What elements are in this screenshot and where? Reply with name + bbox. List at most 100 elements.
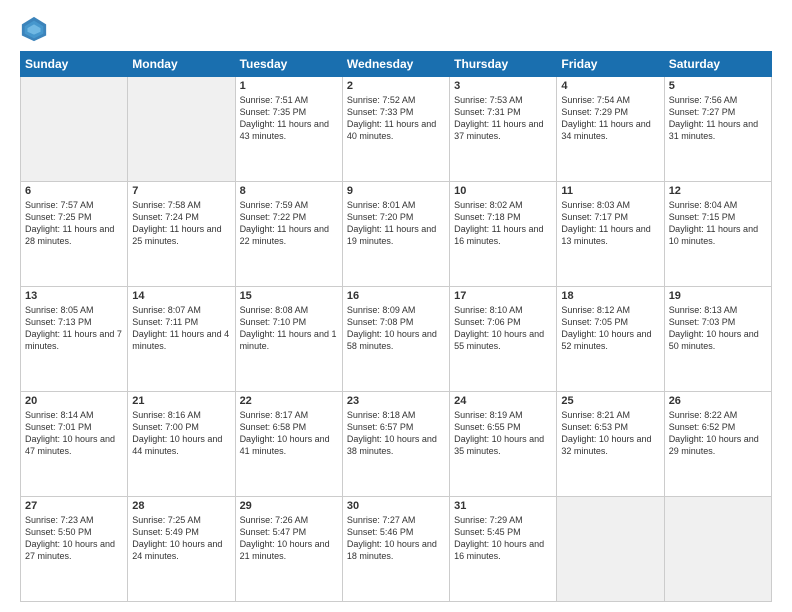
day-number: 13 <box>25 290 123 302</box>
calendar-cell: 9Sunrise: 8:01 AM Sunset: 7:20 PM Daylig… <box>342 182 449 287</box>
calendar-cell: 24 Sunrise: 8:19 AM Sunset: 6:55 PM Dayli… <box>450 392 557 497</box>
calendar-cell: 21 Sunrise: 8:16 AM Sunset: 7:00 PM Dayli… <box>128 392 235 497</box>
cell-info: Sunrise: 7:51 AM Sunset: 7:35 PM Dayligh… <box>240 94 338 143</box>
day-number: 11 <box>561 185 659 197</box>
calendar-cell: 25Sunrise: 8:21 AM Sunset: 6:53 PM Dayli… <box>557 392 664 497</box>
calendar-cell: 17 Sunrise: 8:10 AM Sunset: 7:06 PM Dayli… <box>450 287 557 392</box>
cell-info: Sunrise: 7:59 AM Sunset: 7:22 PM Dayligh… <box>240 199 338 248</box>
calendar-cell: 30Sunrise: 7:27 AM Sunset: 5:46 PM Dayli… <box>342 497 449 602</box>
cell-info: Sunrise: 8:17 AM Sunset: 6:58 PM Dayligh… <box>240 409 338 458</box>
weekday-header-sunday: Sunday <box>21 52 128 77</box>
header <box>20 15 772 43</box>
cell-info: Sunrise: 8:09 AM Sunset: 7:08 PM Dayligh… <box>347 304 445 353</box>
cell-info: Sunrise: 8:13 AM Sunset: 7:03 PM Dayligh… <box>669 304 767 353</box>
cell-info: Sunrise: 8:03 AM Sunset: 7:17 PM Dayligh… <box>561 199 659 248</box>
calendar-cell: 16 Sunrise: 8:09 AM Sunset: 7:08 PM Dayli… <box>342 287 449 392</box>
day-number: 30 <box>347 500 445 512</box>
calendar-cell: 28Sunrise: 7:25 AM Sunset: 5:49 PM Dayli… <box>128 497 235 602</box>
calendar-cell: 13Sunrise: 8:05 AM Sunset: 7:13 PM Dayli… <box>21 287 128 392</box>
day-number: 29 <box>240 500 338 512</box>
day-number: 26 <box>669 395 767 407</box>
weekday-header-tuesday: Tuesday <box>235 52 342 77</box>
calendar-cell: 10 Sunrise: 8:02 AM Sunset: 7:18 PM Dayli… <box>450 182 557 287</box>
calendar-week-0: 1 Sunrise: 7:51 AM Sunset: 7:35 PM Daylig… <box>21 77 772 182</box>
calendar-cell: 1 Sunrise: 7:51 AM Sunset: 7:35 PM Daylig… <box>235 77 342 182</box>
calendar-cell <box>21 77 128 182</box>
day-number: 27 <box>25 500 123 512</box>
cell-info: Sunrise: 7:29 AM Sunset: 5:45 PM Dayligh… <box>454 514 552 563</box>
day-number: 5 <box>669 80 767 92</box>
day-number: 31 <box>454 500 552 512</box>
calendar-cell: 5 Sunrise: 7:56 AM Sunset: 7:27 PM Daylig… <box>664 77 771 182</box>
calendar-cell: 3Sunrise: 7:53 AM Sunset: 7:31 PM Daylig… <box>450 77 557 182</box>
day-number: 23 <box>347 395 445 407</box>
day-number: 16 <box>347 290 445 302</box>
day-number: 17 <box>454 290 552 302</box>
calendar-cell: 4Sunrise: 7:54 AM Sunset: 7:29 PM Daylig… <box>557 77 664 182</box>
cell-info: Sunrise: 8:08 AM Sunset: 7:10 PM Dayligh… <box>240 304 338 353</box>
day-number: 25 <box>561 395 659 407</box>
weekday-header-wednesday: Wednesday <box>342 52 449 77</box>
calendar-cell: 12Sunrise: 8:04 AM Sunset: 7:15 PM Dayli… <box>664 182 771 287</box>
calendar-week-3: 20 Sunrise: 8:14 AM Sunset: 7:01 PM Dayli… <box>21 392 772 497</box>
day-number: 2 <box>347 80 445 92</box>
calendar-cell: 14Sunrise: 8:07 AM Sunset: 7:11 PM Dayli… <box>128 287 235 392</box>
cell-info: Sunrise: 8:07 AM Sunset: 7:11 PM Dayligh… <box>132 304 230 353</box>
weekday-header-friday: Friday <box>557 52 664 77</box>
calendar-cell: 26 Sunrise: 8:22 AM Sunset: 6:52 PM Dayli… <box>664 392 771 497</box>
cell-info: Sunrise: 8:14 AM Sunset: 7:01 PM Dayligh… <box>25 409 123 458</box>
day-number: 9 <box>347 185 445 197</box>
day-number: 6 <box>25 185 123 197</box>
cell-info: Sunrise: 8:19 AM Sunset: 6:55 PM Dayligh… <box>454 409 552 458</box>
calendar-week-2: 13Sunrise: 8:05 AM Sunset: 7:13 PM Dayli… <box>21 287 772 392</box>
day-number: 8 <box>240 185 338 197</box>
calendar-cell: 20 Sunrise: 8:14 AM Sunset: 7:01 PM Dayli… <box>21 392 128 497</box>
cell-info: Sunrise: 8:16 AM Sunset: 7:00 PM Dayligh… <box>132 409 230 458</box>
calendar-cell: 7 Sunrise: 7:58 AM Sunset: 7:24 PM Daylig… <box>128 182 235 287</box>
calendar-cell: 19 Sunrise: 8:13 AM Sunset: 7:03 PM Dayli… <box>664 287 771 392</box>
cell-info: Sunrise: 8:18 AM Sunset: 6:57 PM Dayligh… <box>347 409 445 458</box>
calendar-cell: 29 Sunrise: 7:26 AM Sunset: 5:47 PM Dayli… <box>235 497 342 602</box>
cell-info: Sunrise: 7:58 AM Sunset: 7:24 PM Dayligh… <box>132 199 230 248</box>
calendar-cell: 8 Sunrise: 7:59 AM Sunset: 7:22 PM Daylig… <box>235 182 342 287</box>
page: SundayMondayTuesdayWednesdayThursdayFrid… <box>0 0 792 612</box>
day-number: 3 <box>454 80 552 92</box>
cell-info: Sunrise: 7:56 AM Sunset: 7:27 PM Dayligh… <box>669 94 767 143</box>
weekday-header-thursday: Thursday <box>450 52 557 77</box>
day-number: 20 <box>25 395 123 407</box>
calendar-cell <box>128 77 235 182</box>
weekday-header-row: SundayMondayTuesdayWednesdayThursdayFrid… <box>21 52 772 77</box>
day-number: 15 <box>240 290 338 302</box>
calendar-cell: 18Sunrise: 8:12 AM Sunset: 7:05 PM Dayli… <box>557 287 664 392</box>
calendar-cell: 11 Sunrise: 8:03 AM Sunset: 7:17 PM Dayli… <box>557 182 664 287</box>
calendar-cell: 6 Sunrise: 7:57 AM Sunset: 7:25 PM Daylig… <box>21 182 128 287</box>
cell-info: Sunrise: 8:10 AM Sunset: 7:06 PM Dayligh… <box>454 304 552 353</box>
calendar-cell: 27 Sunrise: 7:23 AM Sunset: 5:50 PM Dayli… <box>21 497 128 602</box>
day-number: 10 <box>454 185 552 197</box>
calendar-week-4: 27 Sunrise: 7:23 AM Sunset: 5:50 PM Dayli… <box>21 497 772 602</box>
calendar-cell: 22 Sunrise: 8:17 AM Sunset: 6:58 PM Dayli… <box>235 392 342 497</box>
logo <box>20 15 52 43</box>
day-number: 22 <box>240 395 338 407</box>
day-number: 24 <box>454 395 552 407</box>
cell-info: Sunrise: 7:57 AM Sunset: 7:25 PM Dayligh… <box>25 199 123 248</box>
cell-info: Sunrise: 8:22 AM Sunset: 6:52 PM Dayligh… <box>669 409 767 458</box>
cell-info: Sunrise: 8:02 AM Sunset: 7:18 PM Dayligh… <box>454 199 552 248</box>
calendar-cell <box>664 497 771 602</box>
day-number: 7 <box>132 185 230 197</box>
cell-info: Sunrise: 7:26 AM Sunset: 5:47 PM Dayligh… <box>240 514 338 563</box>
day-number: 4 <box>561 80 659 92</box>
calendar-cell <box>557 497 664 602</box>
cell-info: Sunrise: 7:23 AM Sunset: 5:50 PM Dayligh… <box>25 514 123 563</box>
calendar-cell: 15 Sunrise: 8:08 AM Sunset: 7:10 PM Dayli… <box>235 287 342 392</box>
day-number: 21 <box>132 395 230 407</box>
weekday-header-saturday: Saturday <box>664 52 771 77</box>
calendar-cell: 2 Sunrise: 7:52 AM Sunset: 7:33 PM Daylig… <box>342 77 449 182</box>
day-number: 19 <box>669 290 767 302</box>
calendar-cell: 23 Sunrise: 8:18 AM Sunset: 6:57 PM Dayli… <box>342 392 449 497</box>
calendar-week-1: 6 Sunrise: 7:57 AM Sunset: 7:25 PM Daylig… <box>21 182 772 287</box>
day-number: 1 <box>240 80 338 92</box>
day-number: 18 <box>561 290 659 302</box>
weekday-header-monday: Monday <box>128 52 235 77</box>
cell-info: Sunrise: 7:52 AM Sunset: 7:33 PM Dayligh… <box>347 94 445 143</box>
